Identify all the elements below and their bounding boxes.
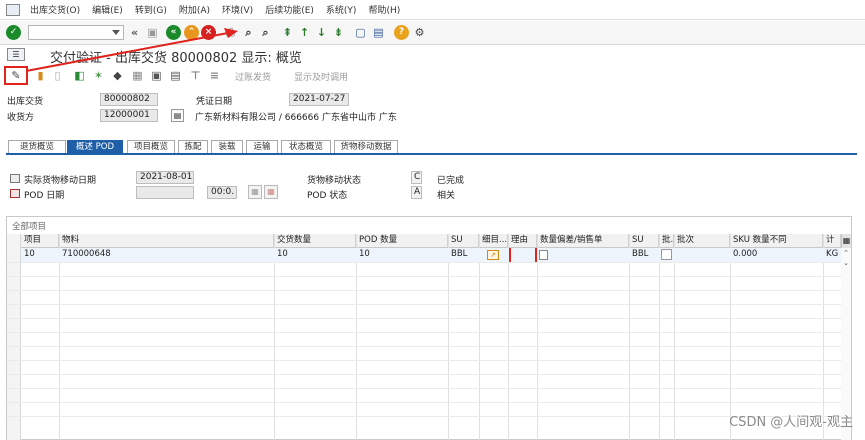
goods-movement-icon bbox=[10, 174, 20, 183]
pod-status-code: A bbox=[411, 186, 422, 199]
column-header-su[interactable]: SU bbox=[448, 234, 479, 248]
cell-unit: KG bbox=[826, 249, 839, 259]
pod-date-icon bbox=[10, 189, 20, 198]
column-header-batch[interactable]: 批次 bbox=[674, 234, 730, 248]
pod-status-text: 相关 bbox=[437, 191, 456, 201]
document-date-label: 凭证日期 bbox=[196, 97, 233, 107]
tab-status-overview[interactable]: 状态概览 bbox=[281, 140, 331, 153]
tab-returns-overview[interactable]: 退货概览 bbox=[8, 140, 66, 153]
column-header-delivery-qty[interactable]: 交货数量 bbox=[274, 234, 356, 248]
document-date-field[interactable]: 2021-07-27 bbox=[289, 93, 349, 106]
qty-difference-icon[interactable] bbox=[539, 250, 548, 260]
column-header-reason[interactable]: 理由 bbox=[508, 234, 537, 248]
gm-status-label: 货物移动状态 bbox=[307, 176, 362, 186]
column-header-material[interactable]: 物料 bbox=[59, 234, 274, 248]
column-header-unit[interactable]: 计 bbox=[823, 234, 841, 248]
cell-su-2: BBL bbox=[632, 249, 649, 259]
column-header-qty-difference[interactable]: 数量偏差/销售单 bbox=[537, 234, 629, 248]
watermark: CSDN @人间观-观主 bbox=[729, 415, 853, 430]
scroll-up-icon[interactable]: ⌃ bbox=[841, 248, 851, 258]
ship-to-description: 广东新材料有限公司 / 666666 广东省中山市 广东 bbox=[195, 113, 397, 123]
items-table: 全部项目 项目 物料 交货数量 POD 数量 SU 细目... 理由 数量偏差/… bbox=[6, 216, 852, 440]
cell-sku-difference: 0.000 bbox=[733, 249, 758, 259]
pod-time-field[interactable]: 00:0. bbox=[207, 186, 237, 199]
column-header-batch-flag[interactable]: 批. bbox=[659, 234, 674, 248]
tab-pod-overview[interactable]: 概述 POD bbox=[67, 140, 123, 153]
column-header-su-2[interactable]: SU bbox=[629, 234, 659, 248]
cell-pod-qty[interactable]: 10 bbox=[356, 248, 448, 262]
cell-delivery-qty: 10 bbox=[277, 249, 288, 259]
delivery-label: 出库交货 bbox=[7, 97, 44, 107]
tab-underline bbox=[6, 153, 857, 155]
pod-cancel-icon[interactable]: ▦ bbox=[264, 185, 278, 199]
row-selector[interactable] bbox=[7, 234, 21, 440]
cell-item: 10 bbox=[24, 249, 35, 259]
column-header-detail[interactable]: 细目... bbox=[479, 234, 508, 248]
delivery-field[interactable]: 80000802 bbox=[100, 93, 158, 106]
reason-field[interactable] bbox=[509, 248, 537, 262]
batch-checkbox[interactable] bbox=[661, 249, 672, 260]
tab-transport[interactable]: 运输 bbox=[246, 140, 278, 153]
tab-item-overview[interactable]: 项目概览 bbox=[127, 140, 175, 153]
ship-to-field[interactable]: 12000001 bbox=[100, 109, 158, 122]
actual-gm-date-field[interactable]: 2021-08-01 bbox=[136, 171, 194, 184]
pod-date-label: POD 日期 bbox=[24, 191, 65, 201]
address-icon[interactable]: ▤ bbox=[171, 109, 184, 122]
ship-to-label: 收货方 bbox=[7, 113, 35, 123]
column-header-item[interactable]: 项目 bbox=[21, 234, 59, 248]
column-settings-icon[interactable]: ▦ bbox=[841, 234, 851, 248]
pod-date-field[interactable] bbox=[136, 186, 194, 199]
column-header-pod-qty[interactable]: POD 数量 bbox=[356, 234, 448, 248]
cell-material: 710000648 bbox=[62, 249, 111, 259]
tab-loading[interactable]: 装载 bbox=[211, 140, 243, 153]
table-title: 全部项目 bbox=[12, 222, 47, 232]
pod-confirm-icon[interactable]: ▦ bbox=[248, 185, 262, 199]
gm-status-code: C bbox=[411, 171, 422, 184]
pod-status-label: POD 状态 bbox=[307, 191, 348, 201]
gm-status-text: 已完成 bbox=[437, 176, 465, 186]
actual-gm-date-label: 实际货物移动日期 bbox=[24, 176, 97, 186]
tab-picking[interactable]: 拣配 bbox=[178, 140, 208, 153]
cell-su: BBL bbox=[451, 249, 468, 259]
detail-icon[interactable]: ↗ bbox=[487, 250, 499, 260]
column-header-sku-difference[interactable]: SKU 数量不同 bbox=[730, 234, 823, 248]
scroll-down-icon[interactable]: ⌄ bbox=[841, 258, 851, 268]
tab-goods-movement-data[interactable]: 货物移动数据 bbox=[334, 140, 398, 153]
